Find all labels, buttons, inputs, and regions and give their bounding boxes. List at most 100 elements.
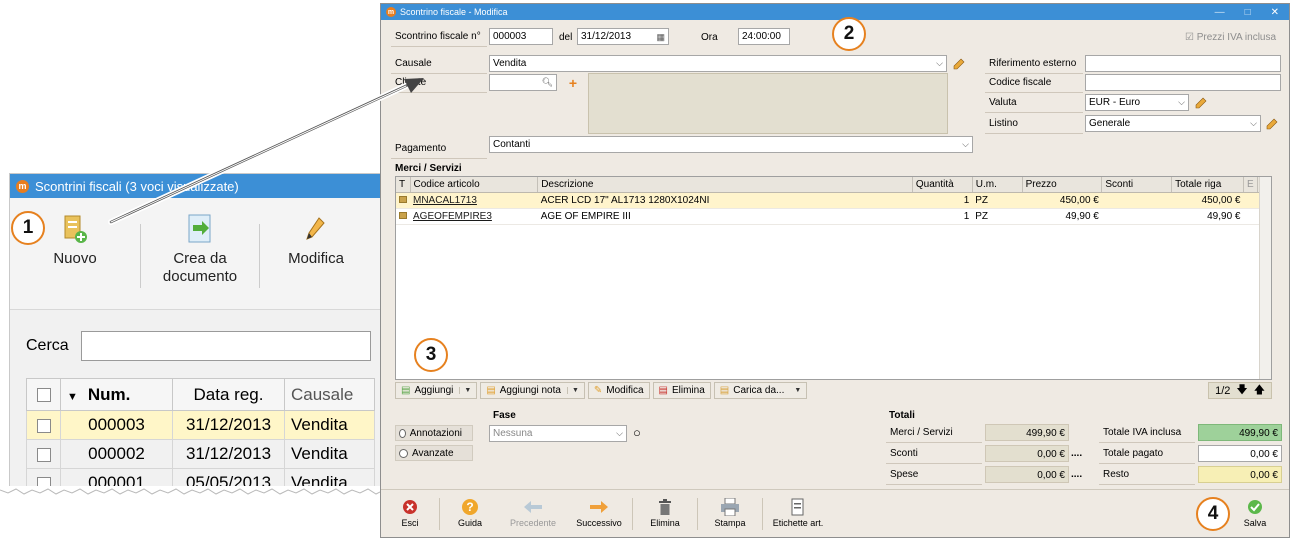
- save-button[interactable]: Salva: [1235, 490, 1275, 528]
- select-all-checkbox-cell[interactable]: [26, 378, 61, 411]
- grid-col-discount[interactable]: Sconti: [1101, 177, 1173, 193]
- column-header-num[interactable]: ▼ Num.: [60, 378, 173, 411]
- row-checkbox[interactable]: [36, 447, 51, 462]
- table-row[interactable]: 000002 31/12/2013 Vendita: [26, 439, 375, 469]
- chevron-down-icon[interactable]: ▼: [566, 387, 579, 394]
- customer-search-input[interactable]: 🔍︎: [489, 74, 557, 91]
- delete-button[interactable]: Elimina: [633, 490, 697, 528]
- help-button[interactable]: ? Guida: [440, 490, 500, 528]
- close-icon[interactable]: ✕: [1271, 7, 1279, 18]
- grid-col-type[interactable]: T: [396, 177, 411, 193]
- grid-col-desc[interactable]: Descrizione: [537, 177, 913, 193]
- article-icon: [399, 211, 407, 219]
- svg-text:?: ?: [466, 500, 473, 514]
- grid-col-e[interactable]: E: [1243, 177, 1258, 193]
- items-section-title: Merci / Servizi: [395, 163, 462, 174]
- maximize-icon[interactable]: □: [1245, 7, 1251, 18]
- items-grid: T Codice articolo Descrizione Quantità U…: [395, 176, 1272, 380]
- grid-row-e: [1243, 192, 1258, 209]
- time-input[interactable]: 24:00:00: [738, 28, 790, 45]
- grid-col-um[interactable]: U.m.: [972, 177, 1023, 193]
- external-ref-input[interactable]: [1085, 55, 1281, 72]
- dialog-footer-toolbar: Esci ? Guida Precedente Successivo Elimi…: [381, 489, 1289, 537]
- discounts-more-button[interactable]: ....: [1071, 448, 1082, 459]
- add-button[interactable]: ▤ Aggiungi ▼: [395, 382, 478, 399]
- grid-row-code[interactable]: AGEOFEMPIRE3: [410, 208, 538, 225]
- date-value: 31/12/2013: [581, 31, 632, 42]
- grid-row-desc: AGE OF EMPIRE III: [537, 208, 913, 225]
- phase-circle-icon[interactable]: ○: [633, 425, 641, 440]
- exit-button[interactable]: Esci: [381, 490, 439, 528]
- search-bar: Cerca: [10, 324, 392, 368]
- receipt-no-input[interactable]: 000003: [489, 28, 553, 45]
- tax-code-input[interactable]: [1085, 74, 1281, 91]
- search-icon[interactable]: 🔍︎: [542, 75, 553, 90]
- create-from-document-button[interactable]: Crea da documento: [141, 212, 259, 286]
- column-header-cause[interactable]: Causale: [284, 378, 375, 411]
- table-row[interactable]: 000003 31/12/2013 Vendita: [26, 410, 375, 440]
- grid-col-qty[interactable]: Quantità: [912, 177, 973, 193]
- change-value: 0,00 €: [1198, 466, 1282, 483]
- arrow-right-icon: [590, 496, 608, 518]
- search-input[interactable]: [80, 331, 371, 361]
- grid-row-price: 49,90 €: [1022, 208, 1102, 225]
- row-cause: Vendita: [284, 410, 375, 440]
- grid-col-code[interactable]: Codice articolo: [410, 177, 539, 193]
- grid-scrollbar[interactable]: [1259, 177, 1271, 379]
- grid-col-total[interactable]: Totale riga: [1171, 177, 1244, 193]
- total-paid-input[interactable]: 0,00 €: [1198, 445, 1282, 462]
- price-list-select[interactable]: Generale ⌵: [1085, 115, 1261, 132]
- annotations-radio[interactable]: Annotazioni: [395, 425, 473, 441]
- row-checkbox-cell[interactable]: [26, 439, 61, 469]
- payment-select[interactable]: Contanti ⌵: [489, 136, 973, 153]
- pencil-icon: [304, 212, 328, 246]
- load-from-button[interactable]: ▤ Carica da... ▼: [713, 382, 808, 399]
- load-from-icon: ▤: [719, 385, 730, 396]
- payment-value: Contanti: [493, 139, 531, 150]
- chevron-down-icon[interactable]: ▼: [790, 387, 801, 394]
- chevron-down-icon[interactable]: ▼: [459, 387, 471, 394]
- vat-included-checkbox[interactable]: ☑ Prezzi IVA inclusa: [1185, 32, 1276, 43]
- currency-select[interactable]: EUR - Euro ⌵: [1085, 94, 1189, 111]
- dialog-titlebar: m Scontrino fiscale - Modifica — □ ✕: [381, 4, 1289, 20]
- edit-cause-pencil-icon[interactable]: [950, 55, 968, 72]
- next-button[interactable]: Successivo: [566, 490, 632, 528]
- grid-row-code[interactable]: MNACAL1713: [410, 192, 538, 209]
- row-checkbox-cell[interactable]: [26, 410, 61, 440]
- list-ribbon: Nuovo Crea da documento Modifica: [10, 198, 392, 310]
- phase-value: Nessuna: [493, 428, 533, 439]
- print-button[interactable]: Stampa: [698, 490, 762, 528]
- move-down-icon[interactable]: 🡇: [1236, 381, 1247, 400]
- edit-price-list-pencil-icon[interactable]: [1263, 115, 1281, 132]
- edit-button[interactable]: Modifica: [260, 212, 372, 268]
- date-input[interactable]: 31/12/2013 ▦: [577, 28, 669, 45]
- goods-total-label: Merci / Servizi: [886, 424, 982, 443]
- goods-total-value: 499,90 €: [985, 424, 1069, 441]
- phase-select[interactable]: Nessuna ⌵: [489, 425, 627, 442]
- column-header-date[interactable]: Data reg.: [172, 378, 285, 411]
- grid-col-price[interactable]: Prezzo: [1022, 177, 1103, 193]
- calendar-icon[interactable]: ▦: [656, 30, 665, 44]
- checkmark-icon: [1247, 496, 1263, 518]
- previous-button[interactable]: Precedente: [500, 490, 566, 528]
- time-label: Ora: [701, 32, 718, 43]
- minimize-icon[interactable]: —: [1215, 7, 1225, 18]
- edit-currency-pencil-icon[interactable]: [1192, 94, 1210, 111]
- add-customer-icon[interactable]: +: [564, 74, 582, 91]
- grid-row[interactable]: MNACAL1713 ACER LCD 17" AL1713 1280X1024…: [396, 192, 1271, 209]
- move-up-icon[interactable]: 🡅: [1254, 381, 1265, 400]
- change-label: Resto: [1099, 466, 1195, 485]
- select-all-checkbox[interactable]: [36, 388, 51, 403]
- edit-row-button[interactable]: ✎ Modifica: [587, 382, 650, 399]
- cause-select[interactable]: Vendita ⌵: [489, 55, 947, 72]
- article-labels-button[interactable]: Etichette art.: [763, 490, 833, 528]
- expenses-more-button[interactable]: ....: [1071, 469, 1082, 480]
- row-checkbox[interactable]: [36, 418, 51, 433]
- advanced-radio[interactable]: Avanzate: [395, 445, 473, 461]
- delete-row-button[interactable]: ▤ Elimina: [652, 382, 711, 399]
- note-icon: ▤: [486, 385, 496, 396]
- receipts-table: ▼ Num. Data reg. Causale 000003 31/12/201…: [26, 378, 375, 492]
- add-note-button[interactable]: ▤ Aggiungi nota ▼: [480, 382, 585, 399]
- grid-row[interactable]: AGEOFEMPIRE3 AGE OF EMPIRE III 1 PZ 49,9…: [396, 208, 1271, 225]
- grid-row-discount: [1101, 208, 1172, 225]
